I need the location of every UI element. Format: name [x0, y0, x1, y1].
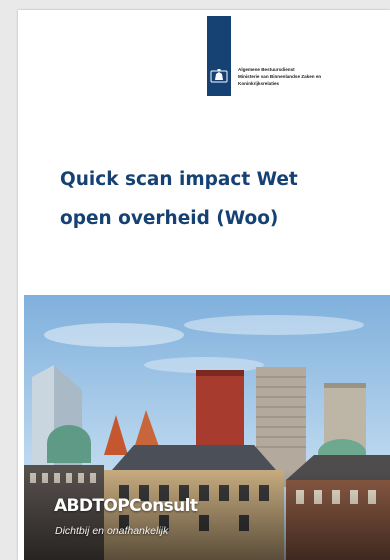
crest-icon [210, 69, 228, 83]
document-title: Quick scan impact Wet open overheid (Woo… [60, 160, 380, 238]
ministry-name: Algemene Bestuursdienst Ministerie van B… [238, 67, 322, 86]
skyline-photo [24, 295, 390, 560]
title-line-1: Quick scan impact Wet [60, 169, 298, 190]
brand-name: ABDTOPConsult [54, 496, 198, 516]
brand-tagline: Dichtbij en onafhankelijk [55, 525, 169, 537]
logo-bar [207, 16, 231, 96]
title-line-2: open overheid (Woo) [60, 208, 279, 229]
government-logo: Algemene Bestuursdienst Ministerie van B… [207, 16, 357, 98]
skyline-illustration [24, 295, 390, 560]
document-cover-page: Algemene Bestuursdienst Ministerie van B… [18, 10, 390, 560]
